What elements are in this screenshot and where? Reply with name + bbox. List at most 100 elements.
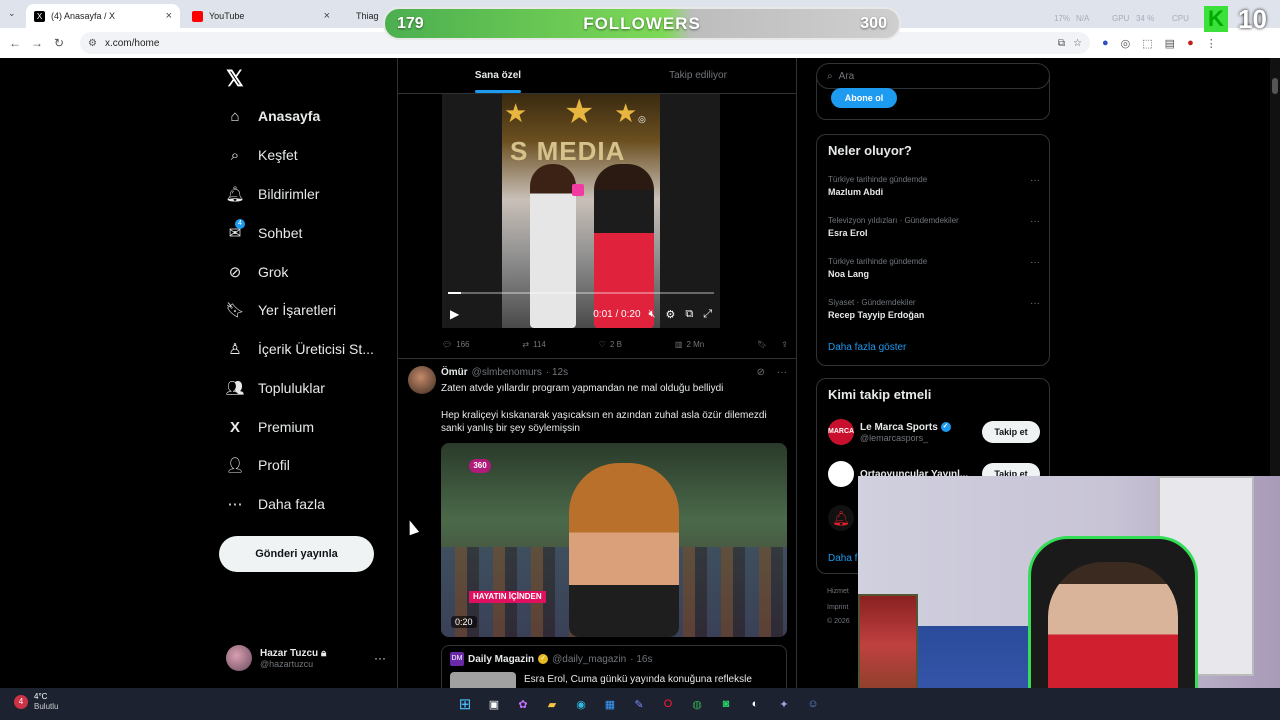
show-more-link[interactable]: Daha fazla göster: [828, 342, 906, 353]
tweet-video[interactable]: ★ ★ ★ ◎ S MEDIA ▶ 0:01 / 0:20 🔇︎ ⚙ ⧉ ⤢: [442, 94, 720, 328]
views-button[interactable]: ▥ 2 Mn: [675, 340, 704, 349]
bookmark-icon: 🔖︎: [225, 302, 245, 319]
tab-for-you[interactable]: Sana özel: [398, 58, 598, 93]
show-more-link[interactable]: Daha f: [828, 553, 857, 564]
store-icon[interactable]: ▦: [600, 694, 620, 714]
profile-avatar-icon[interactable]: ●: [1187, 37, 1194, 50]
nav-premium[interactable]: X Premium: [226, 412, 314, 442]
discord-icon[interactable]: ☺: [803, 694, 823, 714]
back-icon[interactable]: ←: [4, 36, 26, 50]
obs-icon[interactable]: ◐: [745, 694, 765, 714]
follow-suggestion[interactable]: MARCA Le Marca Sports ✓ @lemarcaspors_ T…: [828, 417, 1040, 447]
play-icon[interactable]: ▶: [450, 307, 459, 321]
quoted-tweet[interactable]: DM Daily Magazin ✓ @daily_magazin · 16s …: [441, 645, 787, 688]
whatsapp-icon[interactable]: ◙: [716, 694, 736, 714]
trend-more-icon[interactable]: ···: [1030, 216, 1040, 227]
task-view-icon[interactable]: ▣: [484, 694, 504, 714]
instagram-icon: ◎: [638, 114, 646, 124]
windows-start-icon[interactable]: ⊞: [455, 694, 475, 714]
trend-item[interactable]: Türkiye tarihinde gündemde Noa Lang ···: [828, 257, 1040, 279]
nav-communities[interactable]: 👥︎ Topluluklar: [225, 373, 324, 403]
install-app-icon[interactable]: ⧉: [1058, 38, 1065, 49]
footer-link[interactable]: Imprint: [827, 604, 848, 611]
tweet-time[interactable]: · 12s: [546, 367, 568, 378]
tab-x-home[interactable]: X (4) Anasayfa / X ×: [26, 4, 180, 28]
nav-label: Grok: [258, 264, 289, 280]
reply-button[interactable]: 💬︎ 166: [442, 340, 470, 349]
video-time: 0:01 / 0:20: [593, 308, 641, 320]
app-icon[interactable]: ✎: [629, 694, 649, 714]
post-button[interactable]: Gönderi yayınla: [219, 536, 374, 572]
grok-explain-icon[interactable]: ⊘: [757, 367, 765, 378]
pip-icon[interactable]: ⧉: [685, 308, 693, 321]
nav-label: Profil: [258, 457, 290, 473]
x-logo-icon[interactable]: 𝕏: [226, 66, 244, 92]
trend-item[interactable]: Türkiye tarihinde gündemde Mazlum Abdi ·…: [828, 175, 1040, 197]
nav-creator-studio[interactable]: ♙ İçerik Üreticisi St...: [226, 334, 374, 364]
nav-grok[interactable]: ⊘ Grok: [226, 257, 289, 287]
sidebar-icon[interactable]: ▤: [1165, 37, 1175, 50]
tweet-video[interactable]: 360 HAYATIN İÇİNDEN 0:20: [441, 443, 787, 637]
like-button[interactable]: ♡ 2 B: [599, 340, 622, 349]
weather-widget[interactable]: 4 4°C Bulutlu: [14, 692, 58, 712]
trend-more-icon[interactable]: ···: [1030, 175, 1040, 186]
account-menu-icon[interactable]: ···: [374, 651, 386, 665]
hw-stat: GPU: [1112, 14, 1130, 23]
timeline-tabs: Sana özel Takip ediliyor: [398, 58, 796, 94]
app-icon[interactable]: ✦: [774, 694, 794, 714]
avatar[interactable]: [408, 366, 436, 394]
subscribe-button[interactable]: Abone ol: [831, 88, 897, 108]
opera-icon[interactable]: O: [658, 694, 678, 714]
chrome-icon[interactable]: ◍: [687, 694, 707, 714]
extension-icon[interactable]: ◎: [1121, 37, 1131, 50]
extension-icon[interactable]: ●: [1102, 37, 1109, 50]
forward-icon[interactable]: →: [26, 36, 48, 50]
trend-item[interactable]: Siyaset · Gündemdekiler Recep Tayyip Erd…: [828, 298, 1040, 320]
share-button[interactable]: ⇪: [781, 340, 788, 349]
nav-chat[interactable]: ✉ 4 Sohbet: [226, 218, 302, 248]
follow-button[interactable]: Takip et: [982, 421, 1040, 443]
tab-following[interactable]: Takip ediliyor: [598, 58, 796, 93]
quote-header: DM Daily Magazin ✓ @daily_magazin · 16s: [450, 652, 652, 666]
tab-thiag[interactable]: Thiag: [342, 4, 382, 28]
bookmark-star-icon[interactable]: ☆: [1073, 38, 1082, 49]
account-name: Hazar Tuzcu 🔒︎: [260, 647, 327, 659]
nav-bookmarks[interactable]: 🔖︎ Yer İşaretleri: [225, 295, 336, 325]
browser-menu-icon[interactable]: ⋮: [1206, 37, 1217, 50]
grok-icon: ⊘: [228, 264, 242, 281]
hw-stat: 34 %: [1136, 14, 1155, 23]
video-progress-bar[interactable]: [448, 292, 714, 294]
account-info: Hazar Tuzcu 🔒︎ @hazartuzcu: [260, 648, 326, 669]
extensions-puzzle-icon[interactable]: ⬚: [1142, 37, 1152, 50]
account-switcher[interactable]: Hazar Tuzcu 🔒︎ @hazartuzcu ···: [226, 640, 386, 676]
nav-profile[interactable]: 👤︎ Profil: [225, 450, 290, 480]
tab-search-button[interactable]: ⌄: [8, 8, 16, 19]
site-info-icon[interactable]: ⚙: [88, 38, 97, 49]
heart-icon: ♡: [598, 339, 606, 349]
tweet-more-icon[interactable]: ···: [777, 367, 787, 378]
tweet-author-handle[interactable]: @slmbenomurs: [472, 367, 542, 378]
nav-explore[interactable]: ⌕ Keşfet: [226, 140, 298, 170]
nav-more[interactable]: ⋯ Daha fazla: [226, 489, 325, 519]
trend-title: Noa Lang: [828, 269, 870, 279]
close-tab-icon[interactable]: ×: [166, 10, 172, 22]
reload-icon[interactable]: ↻: [48, 36, 70, 50]
copilot-icon[interactable]: ✿: [513, 694, 533, 714]
tab-youtube[interactable]: YouTube ×: [184, 4, 338, 28]
tweet-author-name[interactable]: Ömür: [441, 367, 468, 378]
file-explorer-icon[interactable]: ▰: [542, 694, 562, 714]
scrollbar-thumb[interactable]: [1272, 78, 1278, 94]
edge-icon[interactable]: ◉: [571, 694, 591, 714]
mute-icon[interactable]: 🔇︎: [649, 308, 656, 321]
close-tab-icon[interactable]: ×: [324, 10, 330, 22]
footer-link[interactable]: Hizmet: [827, 588, 849, 595]
nav-notifications[interactable]: 🔔︎ Bildirimler: [225, 179, 319, 209]
fullscreen-icon[interactable]: ⤢: [703, 308, 712, 321]
trend-more-icon[interactable]: ···: [1030, 257, 1040, 268]
bookmark-button[interactable]: 🔖︎: [757, 340, 767, 349]
retweet-button[interactable]: ⇄ 114: [522, 340, 545, 349]
settings-icon[interactable]: ⚙: [665, 308, 675, 321]
nav-home[interactable]: ⌂ Anasayfa: [226, 101, 320, 131]
trend-item[interactable]: Televizyon yıldızları · Gündemdekiler Es…: [828, 216, 1040, 238]
trend-more-icon[interactable]: ···: [1030, 298, 1040, 309]
